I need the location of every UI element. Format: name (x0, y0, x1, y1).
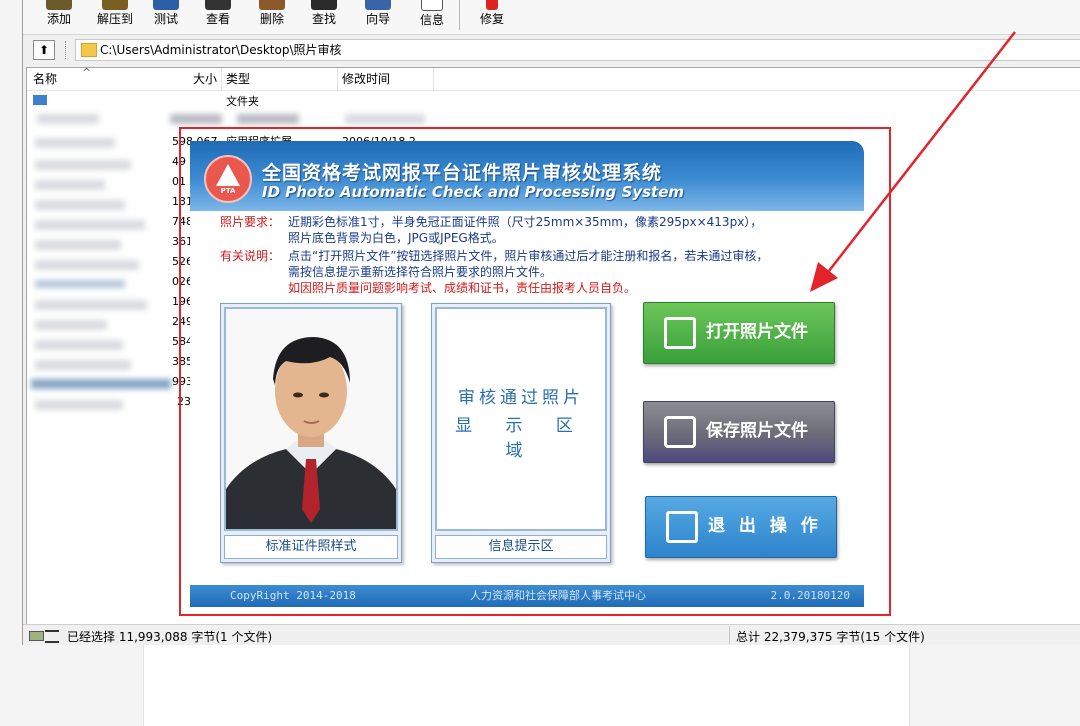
annotation-arrow (810, 31, 1016, 292)
arrow-shaft (824, 31, 1016, 277)
